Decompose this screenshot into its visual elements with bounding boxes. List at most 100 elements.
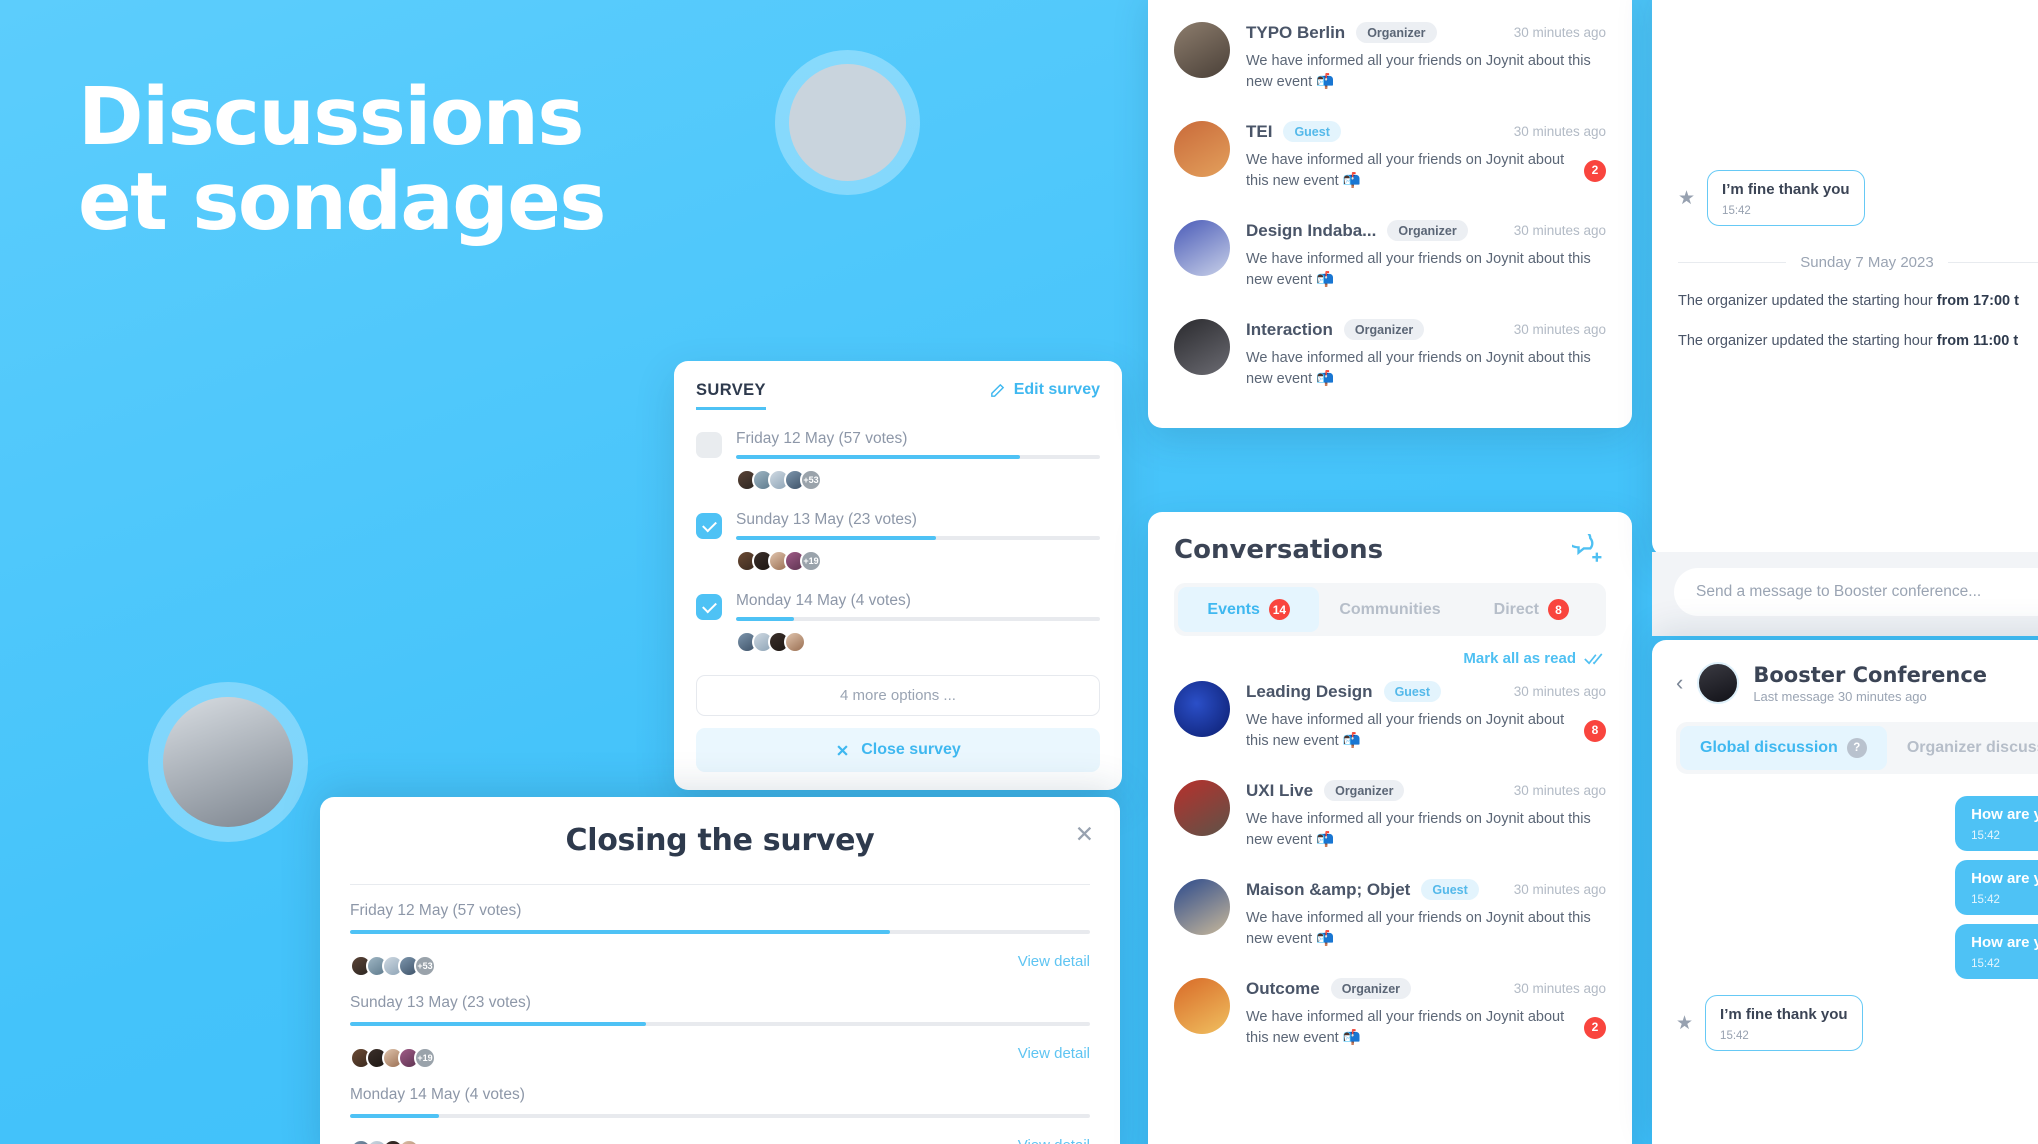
message-input[interactable]: Send a message to Booster conference... [1674,568,2038,616]
survey-checkbox[interactable] [696,513,722,539]
notification-row[interactable]: Design Indaba... Organizer 30 minutes ag… [1174,206,1606,305]
room-name: Booster Conference [1753,662,1988,687]
survey-option[interactable]: Sunday 13 May (23 votes) +19 [696,511,1100,572]
avatar-overflow-count: +19 [414,1047,436,1069]
role-badge: Organizer [1324,780,1405,802]
pencil-icon [990,383,1004,397]
star-icon[interactable]: ★ [1678,187,1695,210]
conversation-row[interactable]: UXI Live Organizer 30 minutes ago We hav… [1174,766,1606,865]
role-badge: Guest [1421,879,1479,901]
modal-title: Closing the survey [565,823,875,858]
conversation-tabs: Events 14 Communities Direct 8 [1174,583,1606,636]
conversation-name: Leading Design [1246,681,1373,701]
view-detail-link[interactable]: View detail [1018,1137,1090,1144]
modal-result-row: Sunday 13 May (23 votes) +19 View detail [350,977,1090,1069]
close-survey-label: Close survey [861,741,961,758]
tab-global-discussion[interactable]: Global discussion ? [1680,726,1887,770]
notification-name: TEI [1246,121,1273,141]
avatar-overflow-count: +53 [414,955,436,977]
message-text: I’m fine thank you [1722,181,1850,198]
message-text: How are y [1971,870,2038,887]
conversation-name: UXI Live [1246,780,1314,800]
conversations-panel: Conversations Events 14 Communities Dire… [1148,512,1632,1144]
survey-progress-bar [736,536,1100,540]
star-icon[interactable]: ★ [1676,1012,1693,1035]
room-avatar [1697,662,1740,704]
conversation-name: Maison &amp; Objet [1246,879,1411,899]
tab-events[interactable]: Events 14 [1178,587,1320,632]
tab-events-label: Events [1207,600,1260,618]
room-tabs: Global discussion ? Organizer discussion [1676,722,2038,774]
notification-row[interactable]: Interaction Organizer 30 minutes ago We … [1174,305,1606,404]
voter-avatar-stack [350,1139,420,1144]
survey-checkbox[interactable] [696,594,722,620]
modal-close-icon[interactable]: ✕ [1075,823,1094,846]
close-x-icon [837,744,848,756]
outgoing-message: How are y 15:42 [1955,924,2038,979]
avatar [1174,220,1230,277]
system-message-prefix: The organizer updated the starting hour [1678,333,1937,349]
survey-card: SURVEY Edit survey Friday 12 May (57 vot… [674,361,1122,790]
message-text: How are y [1971,806,2038,823]
avatar [1174,121,1230,178]
view-detail-link[interactable]: View detail [1018,953,1090,970]
conversation-row[interactable]: Outcome Organizer 30 minutes ago We have… [1174,964,1606,1063]
mark-all-label: Mark all as read [1463,650,1576,667]
timestamp: 30 minutes ago [1513,684,1606,699]
incoming-message: ★ I’m fine thank you 15:42 [1678,170,2038,226]
notification-row[interactable]: TEI Guest 30 minutes ago We have informe… [1174,107,1606,206]
notification-name: TYPO Berlin [1246,22,1346,42]
survey-option-label: Friday 12 May (57 votes) [736,430,908,447]
message-text: I’m fine thank you [1720,1006,1848,1023]
modal-progress-bar [350,1022,1090,1026]
survey-checkbox[interactable] [696,432,722,458]
survey-option[interactable]: Friday 12 May (57 votes) +53 [696,430,1100,491]
tab-direct[interactable]: Direct 8 [1461,587,1602,632]
more-options-button[interactable]: 4 more options ... [696,675,1100,716]
conversation-message: We have informed all your friends on Joy… [1246,910,1591,948]
closing-survey-modal: Closing the survey ✕ Friday 12 May (57 v… [320,797,1120,1144]
notification-message: We have informed all your friends on Joy… [1246,53,1591,91]
avatar [1174,22,1230,78]
message-time: 15:42 [1971,830,2000,842]
tab-direct-count: 8 [1548,599,1569,620]
tab-organizer-discussion[interactable]: Organizer discussion [1887,726,2038,770]
new-conversation-icon[interactable] [1572,534,1606,566]
edit-survey-button[interactable]: Edit survey [989,381,1100,399]
tab-communities[interactable]: Communities [1319,587,1460,632]
modal-row-label: Monday 14 May (4 votes) [350,1086,525,1103]
unread-badge: 2 [1584,160,1606,183]
survey-option-label: Sunday 13 May (23 votes) [736,511,917,528]
tab-events-count: 14 [1268,599,1290,620]
notifications-panel: TYPO Berlin Organizer 30 minutes ago We … [1148,0,1632,429]
close-survey-button[interactable]: Close survey [696,728,1100,772]
tab-organizer-label: Organizer discussion [1906,739,2038,756]
system-message-prefix: The organizer updated the starting hour [1678,293,1937,309]
avatar-photo-top [775,50,920,195]
outgoing-message: How are y 15:42 [1955,860,2038,915]
conversation-message: We have informed all your friends on Joy… [1246,712,1565,750]
conversation-row[interactable]: Maison &amp; Objet Guest 30 minutes ago … [1174,865,1606,964]
notification-message: We have informed all your friends on Joy… [1246,152,1565,190]
outgoing-message: How are y 15:42 [1955,796,2038,851]
conversation-row[interactable]: Leading Design Guest 30 minutes ago We h… [1174,667,1606,766]
role-badge: Guest [1283,121,1341,143]
role-badge: Organizer [1356,22,1437,43]
avatar [1174,879,1230,936]
message-time: 15:42 [1722,205,1751,217]
back-chevron-icon[interactable]: ‹ [1676,670,1683,696]
timestamp: 30 minutes ago [1513,322,1606,338]
avatar [1174,780,1230,837]
notification-row[interactable]: TYPO Berlin Organizer 30 minutes ago We … [1174,8,1606,107]
message-time: 15:42 [1971,894,2000,906]
survey-option[interactable]: Monday 14 May (4 votes) [696,592,1100,653]
conversation-message: We have informed all your friends on Joy… [1246,811,1591,849]
view-detail-link[interactable]: View detail [1018,1045,1090,1062]
double-check-icon [1584,652,1603,664]
message-list: How are y 15:42 How are y 15:42 How are … [1676,796,2038,1051]
survey-title: SURVEY [696,381,766,410]
timestamp: 30 minutes ago [1513,124,1606,140]
voter-avatar-stack [736,631,1100,653]
role-badge: Organizer [1330,978,1412,1000]
mark-all-as-read-button[interactable]: Mark all as read [1174,650,1606,667]
